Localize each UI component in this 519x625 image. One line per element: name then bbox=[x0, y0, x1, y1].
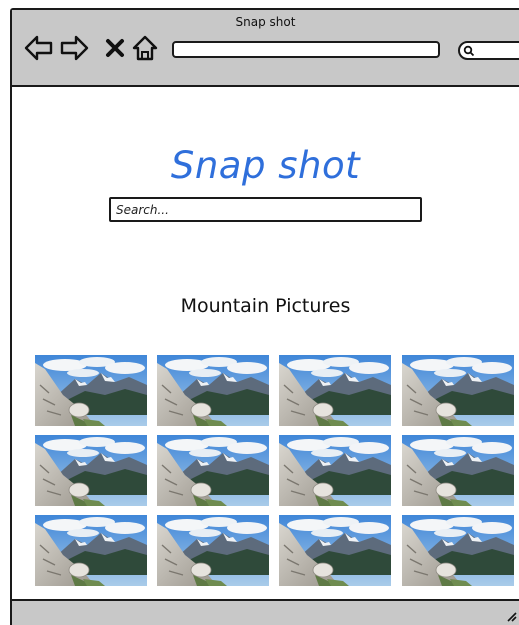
x-close-icon bbox=[106, 39, 124, 57]
gallery-photo[interactable] bbox=[279, 435, 391, 506]
stop-button[interactable] bbox=[104, 34, 126, 62]
forward-button[interactable] bbox=[59, 34, 89, 62]
mountain-photo bbox=[35, 515, 147, 586]
home-button[interactable] bbox=[131, 34, 159, 62]
browser-toolbar: Snap shot bbox=[12, 10, 519, 87]
arrow-right-icon bbox=[60, 35, 89, 61]
browser-search-field[interactable] bbox=[458, 41, 519, 60]
gallery-photo[interactable] bbox=[157, 355, 269, 426]
search-icon bbox=[463, 45, 475, 57]
mountain-photo bbox=[402, 515, 514, 586]
arrow-left-icon bbox=[24, 35, 53, 61]
gallery-photo[interactable] bbox=[279, 355, 391, 426]
mountain-photo bbox=[157, 515, 269, 586]
mountain-photo bbox=[402, 355, 514, 426]
search-input[interactable] bbox=[109, 197, 422, 222]
section-heading: Mountain Pictures bbox=[180, 295, 351, 317]
mountain-photo bbox=[35, 355, 147, 426]
mountain-photo bbox=[279, 515, 391, 586]
back-button[interactable] bbox=[24, 34, 54, 62]
gallery-photo[interactable] bbox=[157, 515, 269, 586]
gallery-photo[interactable] bbox=[402, 435, 514, 506]
mountain-photo bbox=[157, 355, 269, 426]
gallery-photo[interactable] bbox=[402, 515, 514, 586]
mountain-photo bbox=[279, 435, 391, 506]
gallery-photo[interactable] bbox=[35, 515, 147, 586]
gallery-photo[interactable] bbox=[279, 515, 391, 586]
home-icon bbox=[132, 35, 158, 61]
window-title: Snap shot bbox=[235, 15, 296, 29]
gallery-photo[interactable] bbox=[402, 355, 514, 426]
mountain-photo bbox=[35, 435, 147, 506]
status-bar bbox=[12, 599, 519, 625]
gallery-photo[interactable] bbox=[35, 435, 147, 506]
address-bar[interactable] bbox=[172, 41, 440, 58]
mountain-photo bbox=[279, 355, 391, 426]
resize-grip-icon[interactable] bbox=[505, 610, 517, 622]
mountain-photo bbox=[402, 435, 514, 506]
gallery-photo[interactable] bbox=[157, 435, 269, 506]
site-logo-title: Snap shot bbox=[170, 144, 361, 187]
mountain-photo bbox=[157, 435, 269, 506]
gallery-photo[interactable] bbox=[35, 355, 147, 426]
page-content: Snap shot Mountain Pictures bbox=[12, 87, 519, 599]
browser-window: Snap shot Snap shot Search... Mountain P… bbox=[10, 8, 519, 625]
